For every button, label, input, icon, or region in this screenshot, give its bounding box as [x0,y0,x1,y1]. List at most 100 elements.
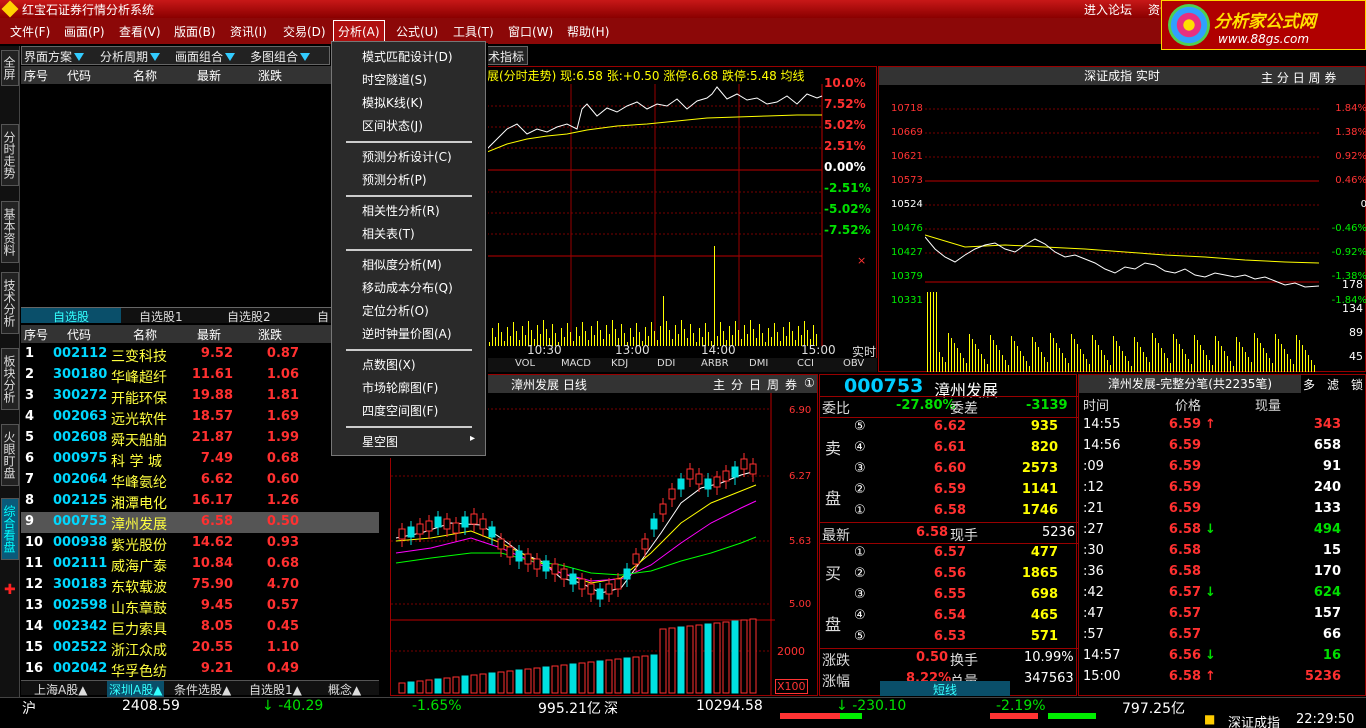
forum-link[interactable]: 进入论坛 [1084,1,1132,18]
alert-icon[interactable]: ■ [1204,712,1215,726]
index-tab-coupon[interactable]: 券 [1324,71,1336,85]
menu-file[interactable]: 文件(F) [10,23,50,40]
period-button[interactable]: 分析周期 [100,48,161,65]
kline-tab-info[interactable]: ① [804,376,815,390]
kline-tab-main[interactable]: 主 [713,376,725,393]
dropdown-item[interactable]: 模式匹配设计(D) [362,48,453,65]
tick-tab-lock[interactable]: 锁 [1351,376,1363,393]
dropdown-item[interactable]: 定位分析(O) [362,302,429,319]
index-tab-main[interactable]: 主 [1261,71,1273,85]
tab-concept[interactable]: 概念▲ [328,681,361,698]
dropdown-item[interactable]: 逆时钟量价图(A) [362,325,452,342]
kline-tab-coupon[interactable]: 券 [785,376,797,393]
dropdown-item[interactable]: 模拟K线(K) [362,94,423,111]
stock-code: 300272 [53,388,108,403]
dropdown-item[interactable]: 相似度分析(M) [362,256,442,273]
multi-combo-button[interactable]: 多图组合 [250,48,311,65]
index-tab-day[interactable]: 日 [1293,71,1305,85]
dropdown-item[interactable]: 预测分析设计(C) [362,148,452,165]
menu-trade[interactable]: 交易(D) [283,23,326,40]
index-tab-min[interactable]: 分 [1277,71,1289,85]
tick-tab-filter[interactable]: 滤 [1327,376,1339,393]
ind-obv[interactable]: OBV [843,358,864,369]
stock-row[interactable]: 6 000975 科 学 城 7.49 0.68 [21,449,379,470]
tab-watchlist-more[interactable]: 自 [317,308,329,325]
tech-indicator-tab[interactable]: 术指标 [486,46,528,65]
menu-tools[interactable]: 工具(T) [453,23,494,40]
tab-watchlist[interactable]: 自选股 [21,308,121,324]
ind-kdj[interactable]: KDJ [611,358,628,369]
menu-analysis[interactable]: 分析(A) [333,20,385,43]
dropdown-item[interactable]: 市场轮廓图(F) [362,379,438,396]
dropdown-item[interactable]: 点数图(X) [362,356,416,373]
status-index-name[interactable]: 深证成指 [1228,712,1280,728]
rail-fullscreen[interactable]: 全屏 [1,50,19,86]
stock-row[interactable]: 13 002598 山东章鼓 9.45 0.57 [21,596,379,617]
index-tab-week[interactable]: 周 [1309,71,1321,85]
tab-watchlist-1[interactable]: 自选股1 [139,308,183,325]
volume-bar [686,625,694,694]
dropdown-item[interactable]: 时空隧道(S) [362,71,427,88]
dropdown-item[interactable]: 移动成本分布(Q) [362,279,453,296]
kline-tab-day[interactable]: 日 [749,376,761,393]
menu-layout[interactable]: 版面(B) [174,23,216,40]
volume-bar [1182,349,1183,372]
stock-row[interactable]: 2 300180 华峰超纤 11.61 1.06 [21,365,379,386]
stock-row[interactable]: 11 002111 威海广泰 10.84 0.68 [21,554,379,575]
tab-sz-a[interactable]: 深圳A股▲ [107,681,165,698]
menu-window[interactable]: 窗口(W) [508,23,553,40]
stock-row[interactable]: 1 002112 三变科技 9.52 0.87 [21,344,379,365]
rail-intraday[interactable]: 分时走势 [1,124,19,186]
volume-bar [1167,358,1168,372]
rail-basic-info[interactable]: 基本资料 [1,201,19,263]
kline-tab-min[interactable]: 分 [731,376,743,393]
stock-row[interactable]: 12 300183 东软载波 75.90 4.70 [21,575,379,596]
menu-view-page[interactable]: 画面(P) [64,23,105,40]
volume-bar [1233,366,1234,372]
ind-ddi[interactable]: DDI [657,358,675,369]
ind-arbr[interactable]: ARBR [701,358,729,369]
candle-body [686,468,694,480]
ind-vol[interactable]: VOL [515,358,535,369]
stock-row[interactable]: 10 000938 紫光股份 14.62 0.93 [21,533,379,554]
menu-info[interactable]: 资讯(I) [230,23,267,40]
stock-row[interactable]: 8 002125 湘潭电化 16.17 1.26 [21,491,379,512]
stock-row[interactable]: 3 300272 开能环保 19.88 1.81 [21,386,379,407]
stock-row[interactable]: 4 002063 远光软件 18.57 1.69 [21,407,379,428]
stock-row[interactable]: 16 002042 华孚色纺 9.21 0.49 [21,659,379,680]
dropdown-item[interactable]: 预测分析(P) [362,171,427,188]
tab-sh-a[interactable]: 上海A股▲ [34,681,87,698]
shortline-tab[interactable]: 短线 [880,681,1010,697]
tab-watchlist-2[interactable]: 自选股2 [227,308,271,325]
rail-tech-analysis[interactable]: 技术分析 [1,272,19,334]
volume-bar [1113,336,1114,372]
stock-row[interactable]: 7 002064 华峰氨纶 6.62 0.60 [21,470,379,491]
tab-condition[interactable]: 条件选股▲ [174,681,231,698]
stock-row[interactable]: 15 002522 浙江众成 20.55 1.10 [21,638,379,659]
menu-help[interactable]: 帮助(H) [567,23,609,40]
volume-bar [1170,363,1171,372]
dropdown-item[interactable]: 四度空间图(F) [362,402,438,419]
logo-url: www.88gs.com [1218,32,1310,46]
volume-bar [551,665,559,694]
sz-change: ↓ -230.10 [836,698,907,714]
menu-view[interactable]: 查看(V) [119,23,161,40]
dropdown-item[interactable]: 相关性分析(R) [362,202,440,219]
kline-tab-week[interactable]: 周 [767,376,779,393]
scheme-button[interactable]: 界面方案 [24,48,85,65]
combo-button[interactable]: 画面组合 [175,48,236,65]
dropdown-item[interactable]: 星空图 [362,433,398,450]
stock-row[interactable]: 5 002608 舜天船舶 21.87 1.99 [21,428,379,449]
volume-bar [1074,339,1075,372]
ind-macd[interactable]: MACD [561,358,591,369]
ind-cci[interactable]: CCI [797,358,814,369]
row-number: 8 [25,493,35,508]
ind-dmi[interactable]: DMI [749,358,768,369]
tick-tab-multi[interactable]: 多 [1303,376,1315,393]
dropdown-item[interactable]: 相关表(T) [362,225,415,242]
stock-row[interactable]: 9 000753 漳州发展 6.58 0.50 [21,512,379,533]
menu-formula[interactable]: 公式(U) [396,23,438,40]
dropdown-item[interactable]: 区间状态(J) [362,117,423,134]
tab-watch1[interactable]: 自选股1▲ [249,681,302,698]
stock-row[interactable]: 14 002342 巨力索具 8.05 0.45 [21,617,379,638]
